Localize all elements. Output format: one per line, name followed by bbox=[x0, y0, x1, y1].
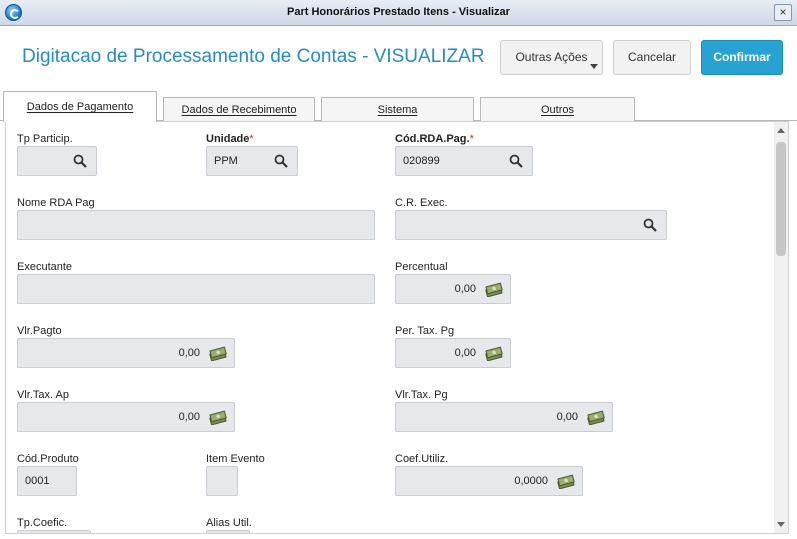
per-tax-pg-field[interactable]: 0,00 bbox=[395, 338, 511, 368]
coef-utiliz-value: 0,0000 bbox=[514, 475, 548, 487]
unidade-field[interactable]: PPM bbox=[206, 146, 298, 176]
nome-rda-pag-field[interactable] bbox=[17, 210, 375, 240]
confirm-button[interactable]: Confirmar bbox=[701, 40, 783, 75]
per-tax-pg-label: Per. Tax. Pg bbox=[395, 325, 455, 337]
cancel-button[interactable]: Cancelar bbox=[613, 40, 691, 75]
page-title: Digitacao de Processamento de Contas - V… bbox=[22, 46, 485, 67]
percentual-value: 0,00 bbox=[454, 283, 476, 295]
tab-outros[interactable]: Outros bbox=[480, 97, 635, 121]
chevron-down-icon bbox=[590, 64, 598, 69]
tp-coefic-label: Tp.Coefic. bbox=[17, 517, 68, 529]
form-panel: Tp Particip. Unidade* PPM Cód.RDA.Pag.* … bbox=[5, 121, 789, 534]
window-title: Part Honorários Prestado Itens - Visuali… bbox=[287, 6, 510, 18]
alias-util-field[interactable] bbox=[206, 530, 250, 533]
cod-rda-pag-value: 020899 bbox=[403, 155, 440, 167]
money-icon[interactable] bbox=[484, 282, 504, 297]
vlr-tax-pg-value: 0,00 bbox=[556, 411, 578, 423]
coef-utiliz-label: Coef.Utiliz. bbox=[395, 453, 449, 465]
search-icon[interactable] bbox=[509, 154, 523, 168]
cod-produto-value: 0001 bbox=[25, 475, 50, 487]
percentual-field[interactable]: 0,00 bbox=[395, 274, 511, 304]
cod-rda-pag-field[interactable]: 020899 bbox=[395, 146, 533, 176]
cr-exec-field[interactable] bbox=[395, 210, 667, 240]
unidade-label: Unidade* bbox=[206, 133, 254, 145]
scroll-down-arrow-icon[interactable] bbox=[777, 522, 785, 527]
close-button[interactable]: × bbox=[774, 4, 792, 21]
executante-field[interactable] bbox=[17, 274, 375, 304]
money-icon[interactable] bbox=[208, 346, 228, 361]
vlr-tax-pg-label: Vlr.Tax. Pg bbox=[395, 389, 448, 401]
vlr-pagto-label: Vlr.Pagto bbox=[17, 325, 62, 337]
vertical-scrollbar[interactable] bbox=[774, 122, 788, 533]
percentual-label: Percentual bbox=[395, 261, 448, 273]
search-icon[interactable] bbox=[274, 154, 288, 168]
cod-produto-label: Cód.Produto bbox=[17, 453, 79, 465]
tab-sistema[interactable]: Sistema bbox=[321, 97, 474, 121]
tp-particip-label: Tp Particip. bbox=[17, 133, 73, 145]
required-mark: * bbox=[469, 133, 474, 145]
vlr-tax-ap-label: Vlr.Tax. Ap bbox=[17, 389, 69, 401]
tp-particip-field[interactable] bbox=[17, 146, 97, 176]
money-icon[interactable] bbox=[484, 346, 504, 361]
search-icon[interactable] bbox=[643, 218, 657, 232]
executante-label: Executante bbox=[17, 261, 73, 273]
cod-rda-pag-label: Cód.RDA.Pag.* bbox=[395, 133, 474, 145]
money-icon[interactable] bbox=[208, 410, 228, 425]
tp-coefic-field[interactable] bbox=[17, 530, 91, 533]
other-actions-label: Outras Ações bbox=[515, 50, 588, 64]
vlr-pagto-value: 0,00 bbox=[178, 347, 200, 359]
item-evento-label: Item Evento bbox=[206, 453, 265, 465]
other-actions-button[interactable]: Outras Ações bbox=[500, 40, 603, 75]
required-mark: * bbox=[249, 133, 254, 145]
alias-util-label: Alias Util. bbox=[206, 517, 252, 529]
unidade-value: PPM bbox=[214, 155, 238, 167]
nome-rda-pag-label: Nome RDA Pag bbox=[17, 197, 95, 209]
tab-dados-pagamento[interactable]: Dados de Pagamento bbox=[3, 91, 157, 122]
coef-utiliz-field[interactable]: 0,0000 bbox=[395, 466, 583, 496]
tab-dados-recebimento[interactable]: Dados de Recebimento bbox=[163, 97, 315, 121]
vlr-tax-ap-value: 0,00 bbox=[178, 411, 200, 423]
money-icon[interactable] bbox=[586, 410, 606, 425]
search-icon[interactable] bbox=[73, 154, 87, 168]
cod-produto-field[interactable]: 0001 bbox=[17, 466, 77, 496]
scrollbar-thumb[interactable] bbox=[776, 142, 786, 256]
cr-exec-label: C.R. Exec. bbox=[395, 197, 448, 209]
scroll-up-arrow-icon[interactable] bbox=[777, 128, 785, 133]
window-titlebar: Part Honorários Prestado Itens - Visuali… bbox=[0, 0, 797, 26]
per-tax-pg-value: 0,00 bbox=[454, 347, 476, 359]
vlr-pagto-field[interactable]: 0,00 bbox=[17, 338, 235, 368]
vlr-tax-ap-field[interactable]: 0,00 bbox=[17, 402, 235, 432]
vlr-tax-pg-field[interactable]: 0,00 bbox=[395, 402, 613, 432]
money-icon[interactable] bbox=[556, 474, 576, 489]
item-evento-field[interactable] bbox=[206, 466, 238, 496]
